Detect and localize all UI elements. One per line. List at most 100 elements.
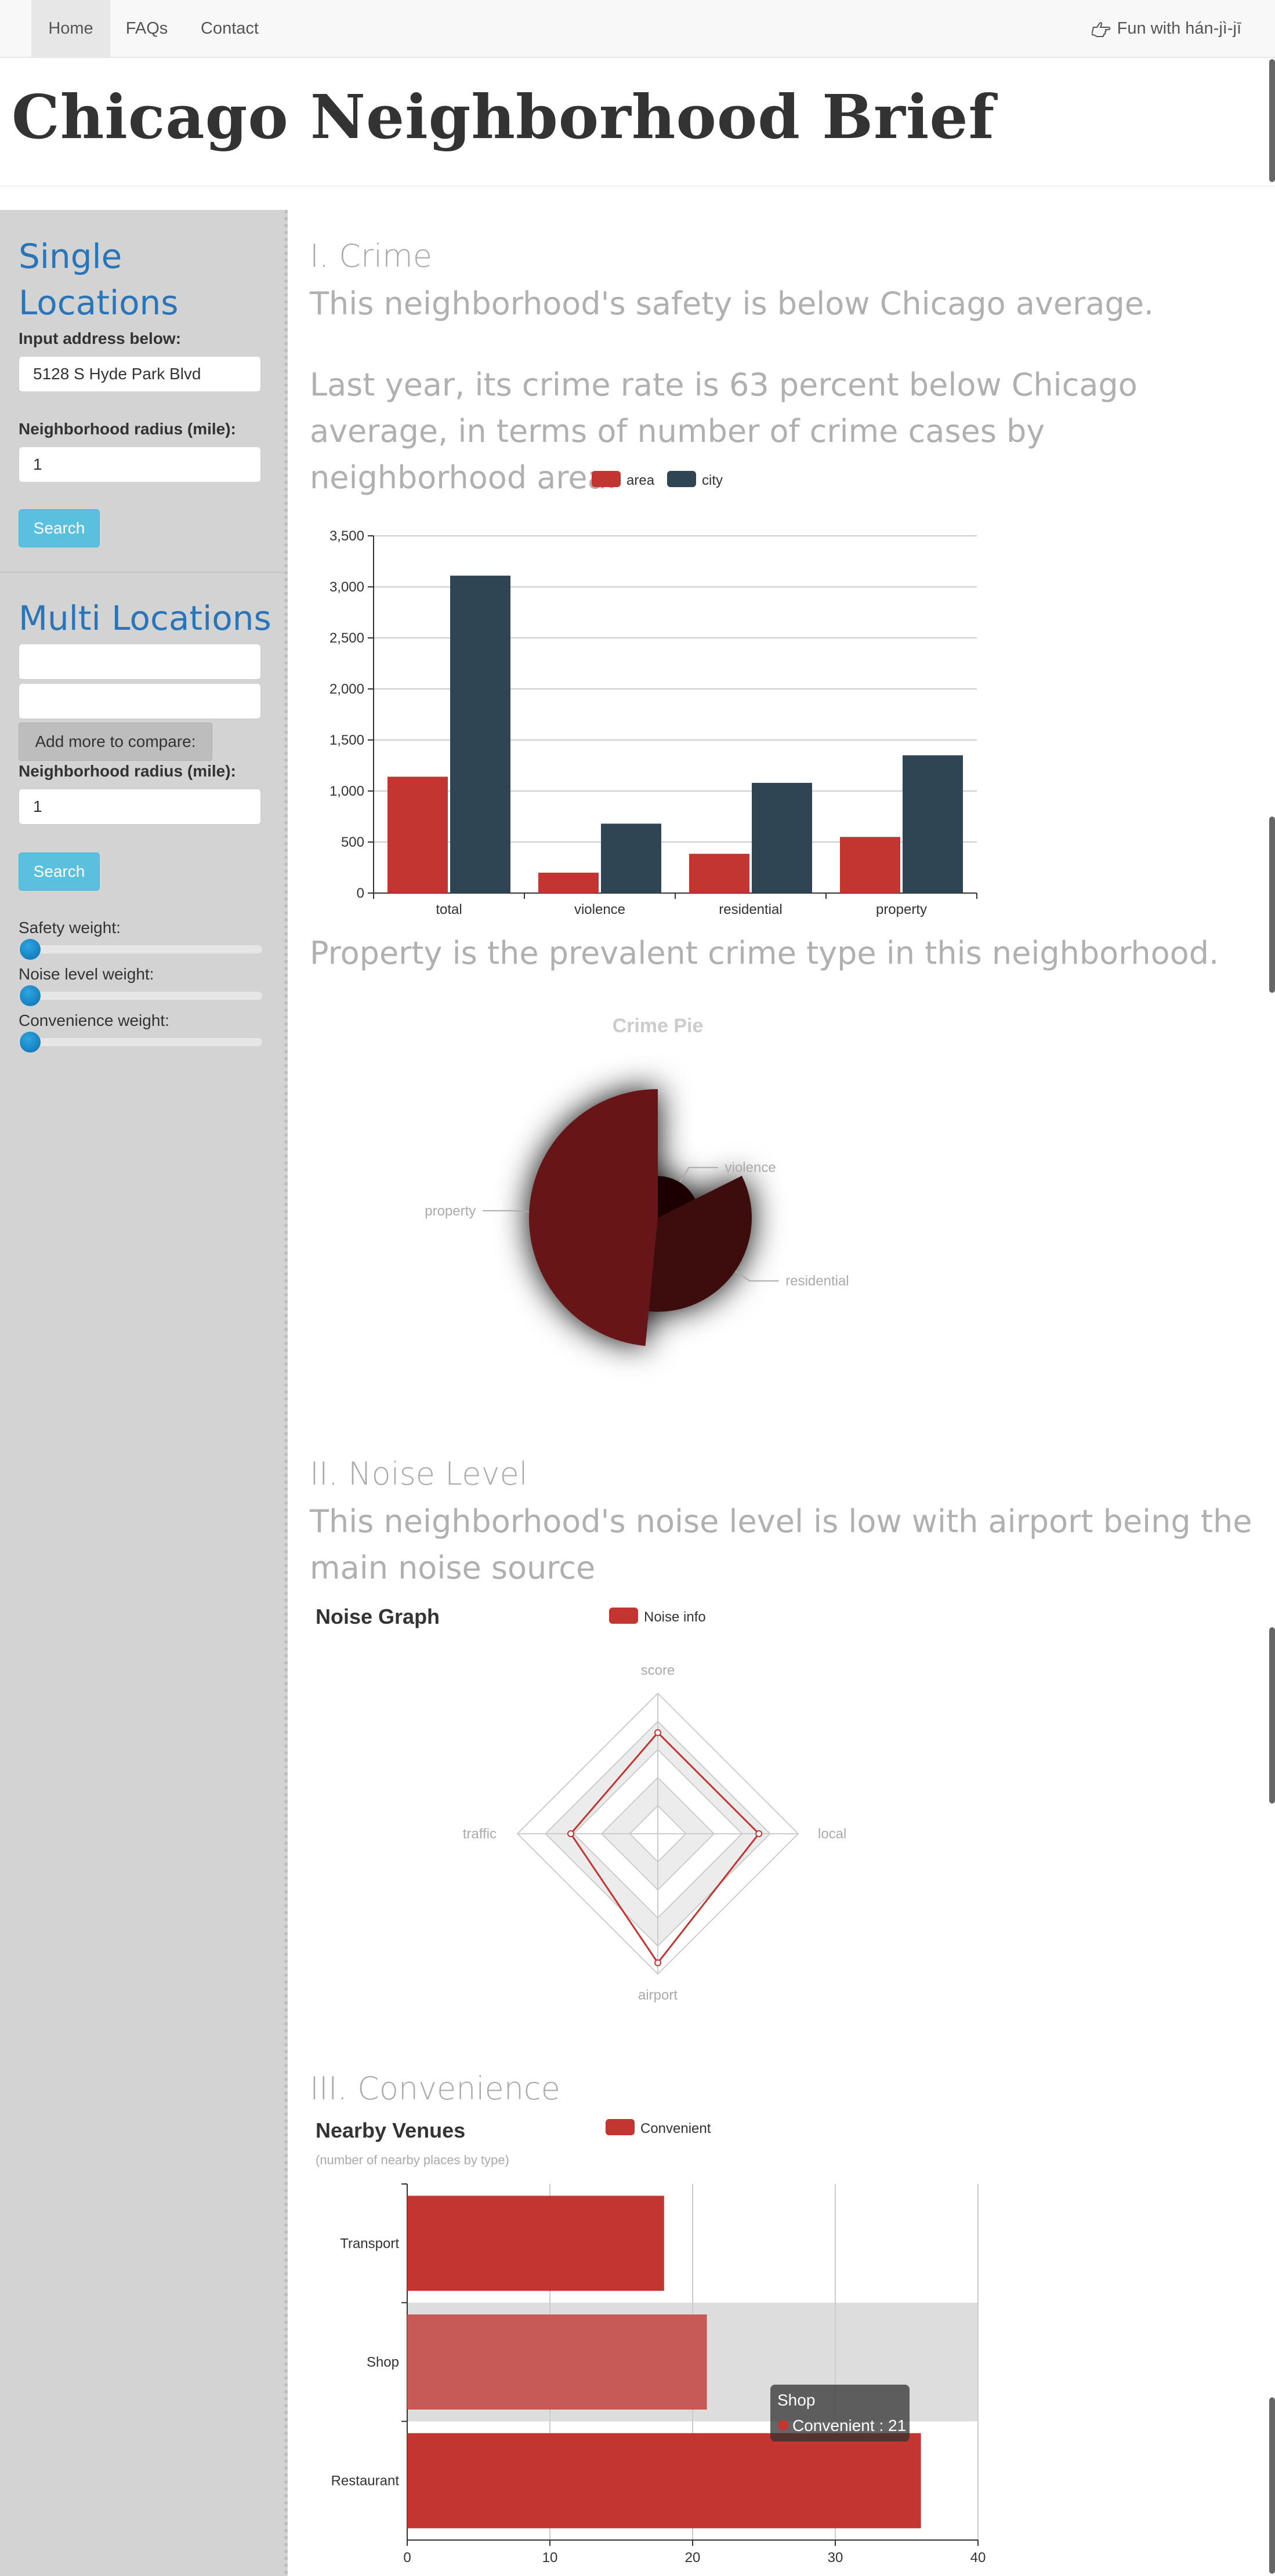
pie-title: Crime Pie	[613, 1015, 704, 1037]
legend-label-noise: Noise info	[644, 1609, 706, 1625]
single-radius-input[interactable]	[19, 447, 261, 482]
single-locations-heading: Single Locations	[19, 237, 179, 322]
convenience-weight-handle[interactable]	[20, 1032, 41, 1053]
crime-prevalent-text: Property is the prevalent crime type in …	[310, 935, 1219, 971]
title-divider	[0, 186, 1275, 187]
safety-weight-label: Safety weight:	[19, 919, 121, 937]
scrollbar-thumb-bottom[interactable]	[1269, 2397, 1275, 2574]
nav-home[interactable]: Home	[31, 0, 110, 57]
bar-Transport	[407, 2196, 664, 2291]
x-tick-label: property	[876, 902, 927, 917]
radar-label-airport: airport	[638, 1987, 678, 2003]
radar-label-local: local	[818, 1826, 846, 1842]
multi-radius-label: Neighborhood radius (mile):	[19, 762, 236, 780]
pie-label-violence: violence	[725, 1160, 776, 1175]
y-tick-label: 2,000	[329, 681, 364, 697]
venue-bar-chart: Nearby Venues (number of nearby places by…	[316, 2118, 986, 2566]
pie-label-property: property	[425, 1203, 476, 1219]
y-tick-label: 2,500	[329, 630, 364, 646]
multi-locations-heading: Multi Locations	[19, 598, 271, 638]
x-tick-label: 10	[542, 2550, 558, 2566]
crime-summary: This neighborhood's safety is below Chic…	[310, 285, 1154, 322]
pie-slice-property	[529, 1089, 658, 1346]
safety-weight-handle[interactable]	[20, 939, 41, 960]
single-search-button[interactable]: Search	[19, 509, 100, 547]
noise-weight-slider[interactable]	[19, 992, 262, 1000]
y-tick-label: 500	[341, 835, 364, 850]
noise-heading: II. Noise Level	[310, 1456, 528, 1492]
noise-weight-label: Noise level weight:	[19, 965, 154, 983]
radar-label-traffic: traffic	[463, 1826, 497, 1842]
noise-summary: This neighborhood's noise level is low w…	[310, 1503, 1252, 1586]
bar-city-property	[903, 755, 963, 893]
radar-point-traffic	[567, 1830, 574, 1837]
venue-title: Nearby Venues	[316, 2118, 465, 2142]
bar-area-residential	[689, 854, 749, 893]
y-tick-label: Transport	[340, 2236, 399, 2251]
noise-radar-chart: Noise Graph Noise info score local airport tr…	[316, 1605, 846, 2003]
legend-swatch-city	[667, 471, 696, 487]
bar-Restaurant	[407, 2433, 921, 2528]
radar-label-score: score	[641, 1663, 675, 1678]
tooltip: Shop Convenient : 21	[770, 2385, 910, 2441]
x-tick-label: 40	[970, 2550, 986, 2566]
radar-title: Noise Graph	[316, 1605, 440, 1628]
venue-subtitle: (number of nearby places by type)	[316, 2153, 509, 2167]
y-tick-label: 3,000	[329, 579, 364, 595]
crime-pie-chart: Crime Pie violence residential property	[425, 1015, 849, 1346]
fun-link[interactable]: Fun with hán-jì-jī	[1091, 0, 1241, 57]
legend-label-city: city	[702, 473, 723, 488]
y-tick-label: 0	[357, 886, 364, 901]
sidebar-divider	[0, 572, 284, 573]
legend-swatch-noise	[609, 1608, 638, 1624]
pie-label-line-violence	[679, 1167, 718, 1183]
multi-search-button[interactable]: Search	[19, 852, 100, 891]
bar-city-residential	[752, 782, 812, 893]
bar-city-total	[450, 575, 510, 893]
bar-area-total	[387, 777, 448, 893]
scrollbar-thumb-mid[interactable]	[1269, 817, 1275, 993]
nav-faqs[interactable]: FAQs	[110, 0, 183, 57]
multi-location-input-1[interactable]	[19, 644, 261, 680]
multi-location-input-2[interactable]	[19, 683, 261, 719]
x-tick-label: total	[436, 902, 462, 917]
bar-area-violence	[538, 872, 599, 893]
x-tick-label: violence	[574, 902, 625, 917]
tooltip-text: Convenient : 21	[792, 2417, 906, 2434]
y-tick-label: Restaurant	[331, 2473, 400, 2489]
single-radius-label: Neighborhood radius (mile):	[19, 420, 236, 438]
radar-point-local	[755, 1830, 763, 1837]
nav-contact[interactable]: Contact	[183, 0, 276, 57]
scrollbar-thumb-top[interactable]	[1269, 59, 1275, 182]
tooltip-marker	[778, 2420, 788, 2430]
y-tick-label: 1,000	[329, 783, 364, 799]
address-label: Input address below:	[19, 329, 182, 347]
convenience-weight-slider[interactable]	[19, 1038, 262, 1046]
convenience-heading: III. Convenience	[310, 2070, 560, 2107]
top-navbar: Home FAQs Contact Fun with hán-jì-jī	[0, 0, 1275, 58]
address-input[interactable]	[19, 356, 261, 392]
sidebar: Single Locations Input address below: Ne…	[0, 210, 288, 2576]
x-tick-label: residential	[719, 902, 782, 917]
page-title: Chicago Neighborhood Brief	[12, 81, 995, 153]
convenience-weight-label: Convenience weight:	[19, 1011, 169, 1029]
crime-heading: I. Crime	[310, 238, 432, 274]
y-tick-label: Shop	[367, 2354, 399, 2370]
legend-swatch-area	[592, 471, 621, 487]
y-tick-label: 1,500	[329, 732, 364, 748]
legend-label-convenient: Convenient	[640, 2121, 711, 2136]
fun-link-label: Fun with hán-jì-jī	[1117, 19, 1241, 38]
safety-weight-slider[interactable]	[19, 945, 262, 953]
y-tick-label: 3,500	[329, 528, 364, 544]
bar-city-violence	[601, 823, 661, 893]
scrollbar-thumb-lower[interactable]	[1269, 1627, 1275, 1804]
noise-weight-handle[interactable]	[20, 985, 41, 1006]
pie-label-residential: residential	[785, 1274, 849, 1289]
add-more-button[interactable]: Add more to compare:	[19, 723, 212, 761]
pie-slices	[529, 1089, 752, 1346]
legend-swatch-convenient	[606, 2119, 635, 2135]
multi-radius-input[interactable]	[19, 789, 261, 825]
bar-area-property	[840, 837, 900, 893]
pie-label-line-residential	[734, 1270, 779, 1282]
tooltip-title: Shop	[777, 2391, 815, 2409]
